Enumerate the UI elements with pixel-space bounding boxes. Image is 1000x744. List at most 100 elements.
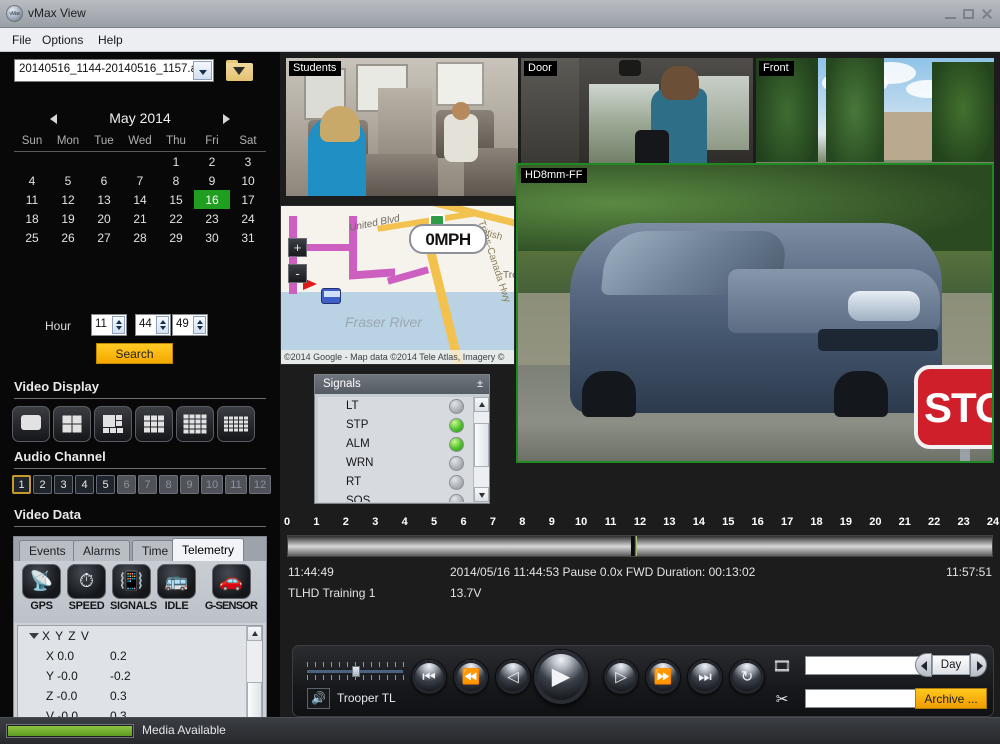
map-zoom-in-button[interactable]: +	[288, 238, 307, 257]
archive-button[interactable]: Archive ...	[915, 688, 987, 709]
calendar-day-6[interactable]: 6	[86, 171, 122, 190]
day-selector[interactable]: Day	[915, 653, 987, 677]
step-forward-icon[interactable]: ▷	[603, 659, 639, 695]
telemetry-gsensor-button[interactable]: 🚗 G-SENSOR	[200, 564, 262, 612]
calendar-day-9[interactable]: 9	[194, 171, 230, 190]
calendar-day-31[interactable]: 31	[230, 228, 266, 247]
scroll-up-icon[interactable]	[247, 626, 262, 641]
scroll-down-icon[interactable]	[474, 487, 489, 502]
calendar-day-19[interactable]: 19	[50, 209, 86, 228]
tab-alarms[interactable]: Alarms	[73, 540, 130, 561]
audio-channel-3[interactable]: 3	[54, 475, 73, 494]
calendar-day-16[interactable]: 16	[194, 190, 230, 209]
audio-channel-5[interactable]: 5	[96, 475, 115, 494]
timeline-playhead[interactable]	[631, 536, 637, 556]
audio-channel-1[interactable]: 1	[12, 475, 31, 494]
close-button[interactable]	[981, 9, 992, 19]
telemetry-gps-button[interactable]: 📡 GPS	[20, 564, 63, 612]
calendar-day-24[interactable]: 24	[230, 209, 266, 228]
minute-stepper[interactable]: 44	[135, 314, 171, 336]
step-back-icon[interactable]: ◁	[495, 659, 531, 695]
calendar-day-8[interactable]: 8	[158, 171, 194, 190]
second-spin-arrows[interactable]	[193, 316, 206, 334]
minimize-button[interactable]	[945, 9, 956, 19]
play-icon[interactable]: ▶	[533, 649, 589, 705]
chevron-right-icon[interactable]	[220, 113, 232, 125]
second-stepper[interactable]: 49	[172, 314, 208, 336]
menu-item-help[interactable]: Help	[92, 32, 129, 48]
hour-stepper[interactable]: 11	[91, 314, 127, 336]
video-layout-16[interactable]	[217, 406, 255, 442]
calendar-day-11[interactable]: 11	[14, 190, 50, 209]
calendar-day-12[interactable]: 12	[50, 190, 86, 209]
rewind-icon[interactable]: ⏪	[453, 659, 489, 695]
map-panel[interactable]: United Blvd British Co Trans-Canada Hwy …	[280, 205, 515, 365]
map-zoom-out-button[interactable]: -	[288, 264, 307, 283]
telemetry-signals-button[interactable]: 📳 SIGNALS	[110, 564, 153, 612]
signals-scrollbar[interactable]	[473, 397, 489, 502]
folder-open-icon[interactable]	[226, 60, 253, 81]
telemetry-group-row[interactable]: X Y Z V	[18, 626, 262, 646]
calendar-day-26[interactable]: 26	[50, 228, 86, 247]
calendar-day-27[interactable]: 27	[86, 228, 122, 247]
calendar-day-17[interactable]: 17	[230, 190, 266, 209]
camera-panel-main[interactable]: 874 WKB STO HD8mm-FF	[516, 163, 994, 463]
calendar-day-14[interactable]: 14	[122, 190, 158, 209]
telemetry-idle-button[interactable]: 🚌 IDLE	[155, 564, 198, 612]
calendar-day-4[interactable]: 4	[14, 171, 50, 190]
film-cut-icon[interactable]: ✂	[769, 688, 795, 712]
search-button[interactable]: Search	[96, 343, 173, 364]
slider-knob[interactable]	[352, 666, 360, 677]
calendar-day-10[interactable]: 10	[230, 171, 266, 190]
fast-forward-icon[interactable]: ⏩	[645, 659, 681, 695]
calendar-day-1[interactable]: 1	[158, 152, 194, 172]
calendar-day-23[interactable]: 23	[194, 209, 230, 228]
telemetry-speed-button[interactable]: ⏱ SPEED	[65, 564, 108, 612]
audio-channel-2[interactable]: 2	[33, 475, 52, 494]
film-mark-icon[interactable]: 🎞	[769, 655, 795, 679]
timeline[interactable]: 0123456789101112131415161718192021222324	[280, 515, 1000, 563]
calendar-day-5[interactable]: 5	[50, 171, 86, 190]
calendar-day-30[interactable]: 30	[194, 228, 230, 247]
video-layout-13[interactable]	[176, 406, 214, 442]
calendar-day-3[interactable]: 3	[230, 152, 266, 172]
calendar-day-15[interactable]: 15	[158, 190, 194, 209]
camera-panel-students[interactable]: Students	[286, 58, 518, 196]
calendar-day-7[interactable]: 7	[122, 171, 158, 190]
volume-slider[interactable]	[307, 662, 403, 680]
signals-expand-toggle[interactable]: ±	[477, 375, 483, 393]
calendar-day-28[interactable]: 28	[122, 228, 158, 247]
chevron-down-icon[interactable]	[193, 61, 212, 80]
skip-back-icon[interactable]: ⏮	[411, 659, 447, 695]
timeline-bar[interactable]	[287, 535, 993, 557]
video-layout-6[interactable]	[94, 406, 132, 442]
clip-end-field[interactable]	[805, 689, 927, 708]
video-layout-4[interactable]	[53, 406, 91, 442]
skip-forward-icon[interactable]: ⏭	[687, 659, 723, 695]
calendar-day-22[interactable]: 22	[158, 209, 194, 228]
chevron-right-icon[interactable]	[970, 653, 987, 677]
menu-item-file[interactable]: File	[6, 32, 37, 48]
maximize-button[interactable]	[963, 9, 974, 19]
loop-icon[interactable]: ↻	[729, 659, 765, 695]
scroll-thumb[interactable]	[474, 423, 489, 467]
calendar-day-25[interactable]: 25	[14, 228, 50, 247]
video-layout-1[interactable]	[12, 406, 50, 442]
audio-channel-4[interactable]: 4	[75, 475, 94, 494]
menu-item-options[interactable]: Options	[36, 32, 89, 48]
calendar-day-21[interactable]: 21	[122, 209, 158, 228]
calendar-day-29[interactable]: 29	[158, 228, 194, 247]
calendar-day-20[interactable]: 20	[86, 209, 122, 228]
tab-events[interactable]: Events	[19, 540, 76, 561]
file-select-combo[interactable]: 20140516_1144-20140516_1157.avr	[14, 59, 214, 82]
calendar-day-18[interactable]: 18	[14, 209, 50, 228]
calendar-day-13[interactable]: 13	[86, 190, 122, 209]
chevron-left-icon[interactable]	[48, 113, 60, 125]
chevron-left-icon[interactable]	[915, 653, 932, 677]
minute-spin-arrows[interactable]	[156, 316, 169, 334]
speaker-mute-icon[interactable]: 🔊	[307, 688, 330, 709]
video-layout-9[interactable]	[135, 406, 173, 442]
tab-telemetry[interactable]: Telemetry	[172, 538, 244, 562]
clip-start-field[interactable]	[805, 656, 927, 675]
calendar-day-2[interactable]: 2	[194, 152, 230, 172]
